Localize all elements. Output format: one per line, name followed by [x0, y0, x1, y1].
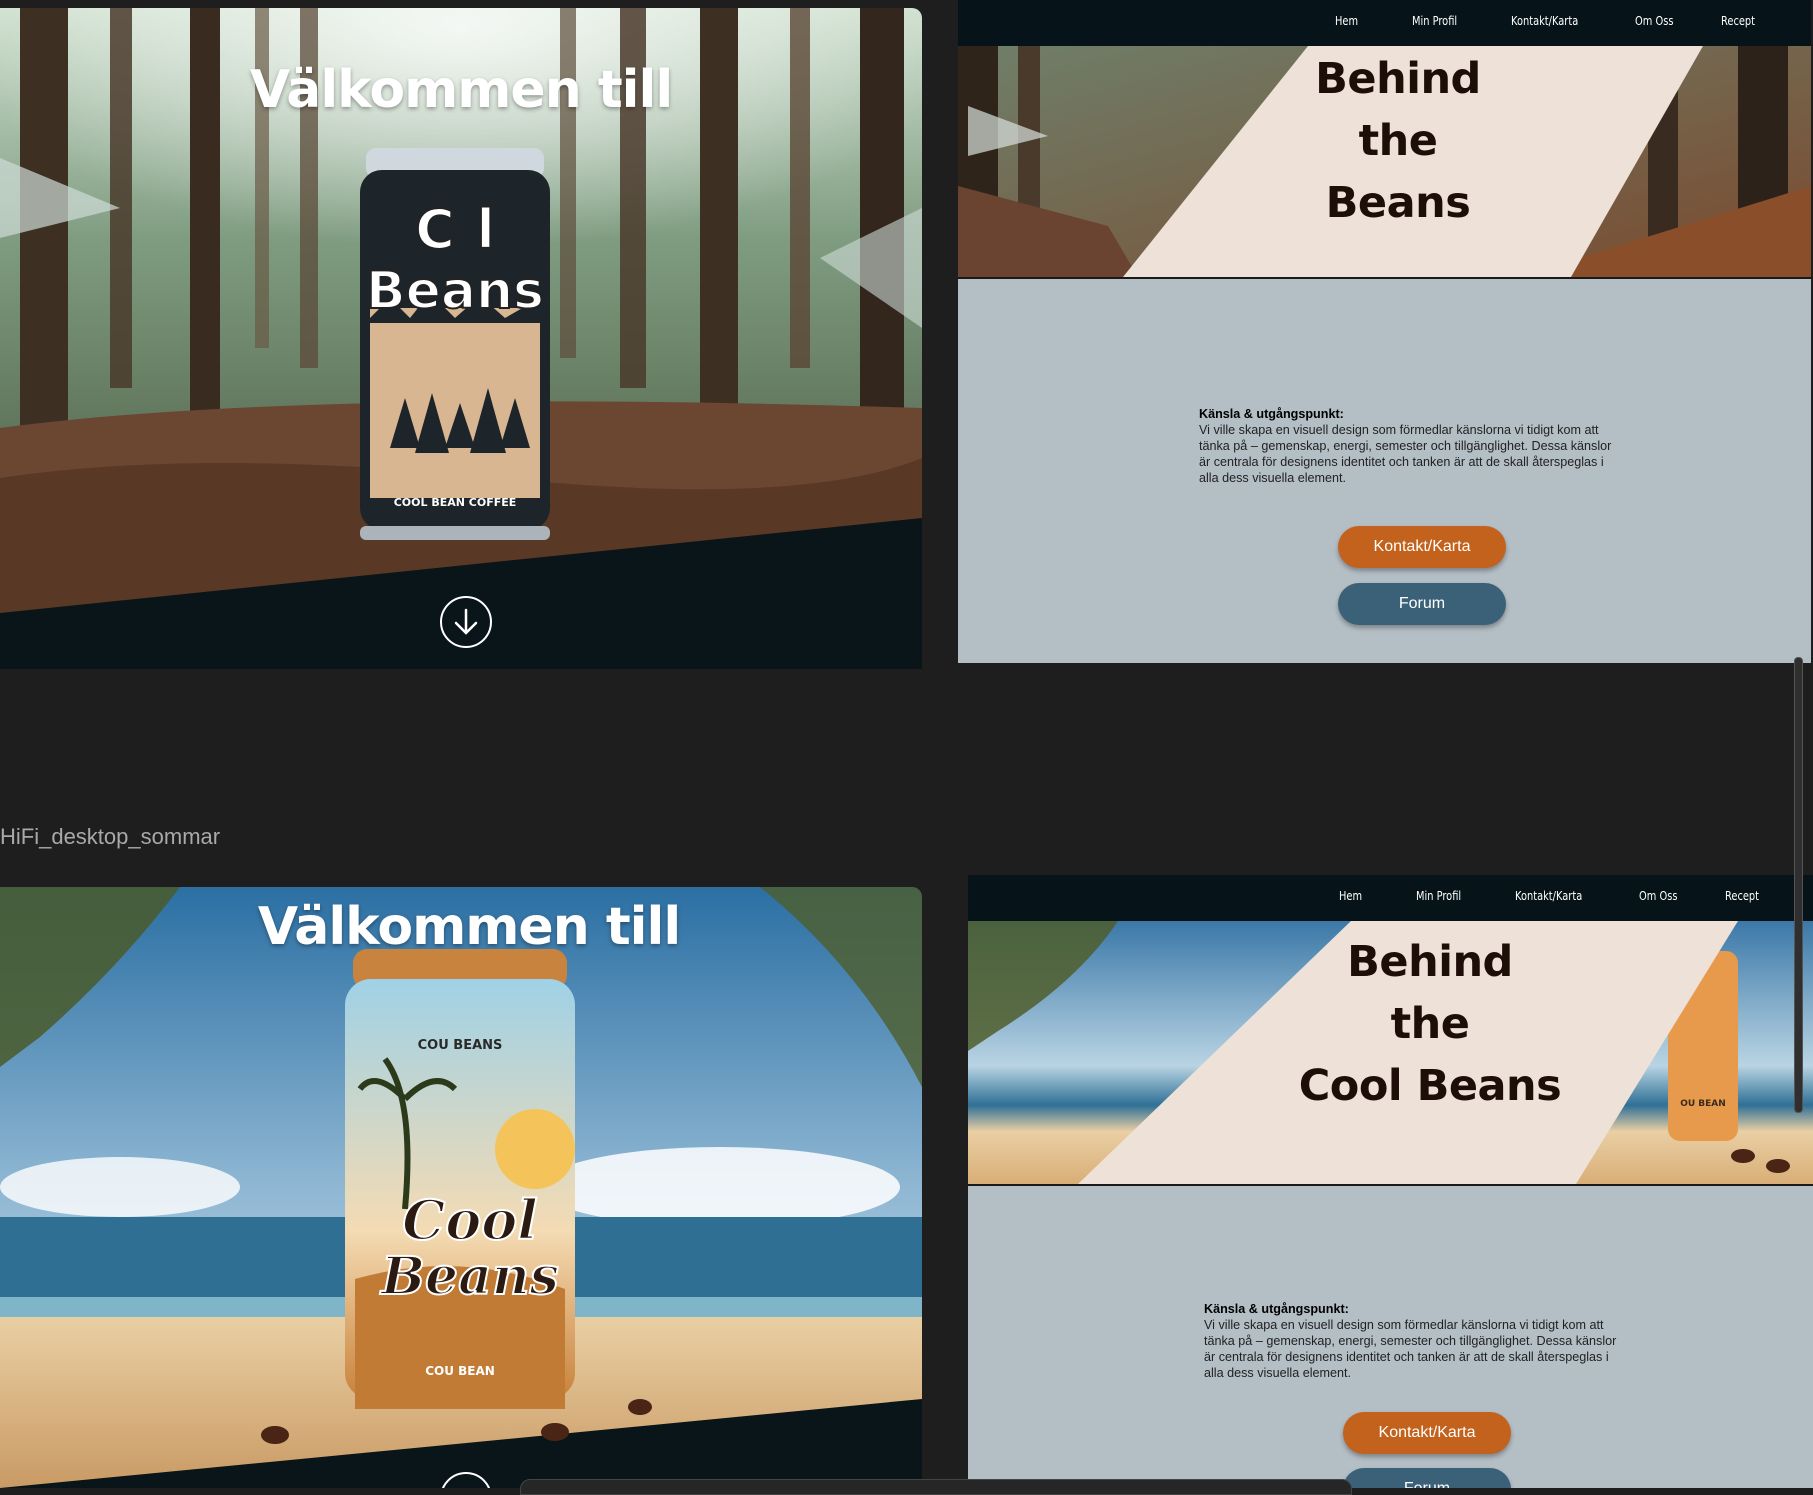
intro-body-line: alla dess visuella element.: [1199, 471, 1347, 485]
winter-coffee-can-image: C l Beans COOL BEAN COFFEE: [360, 148, 550, 540]
intro-heading: Känsla & utgångspunkt:: [1199, 407, 1344, 421]
hero-frame-winter: Välkommen till C l Beans COOL BEAN COFFE…: [0, 8, 922, 669]
scroll-down-button[interactable]: [440, 596, 492, 648]
can-subtitle: COOL BEAN COFFEE: [394, 496, 517, 509]
forum-button[interactable]: Forum: [1338, 583, 1506, 625]
can-bottom-text: COU BEAN: [425, 1364, 495, 1378]
intro-text: Känsla & utgångspunkt: Vi ville skapa en…: [1204, 1301, 1649, 1381]
banner-line-3: Cool Beans: [1298, 1061, 1562, 1111]
top-nav: Hem Min Profil Kontakt/Karta Om Oss Rece…: [958, 0, 1811, 46]
banner-title: Behind the Cool Beans: [1240, 931, 1620, 1117]
kontakt-karta-button[interactable]: Kontakt/Karta: [1338, 526, 1506, 568]
intro-body-line: tänka på – gemenskap, energi, semester o…: [1204, 1334, 1617, 1348]
can-top-text: COU BEANS: [418, 1038, 503, 1053]
banner-line-2: the: [1358, 116, 1438, 166]
vertical-scrollbar[interactable]: [1794, 657, 1803, 1113]
intro-body-line: är centrala för designens identitet och …: [1199, 455, 1604, 469]
hero-frame-summer: Välkommen till COU BEANS Cool Beans COU …: [0, 887, 922, 1488]
top-nav: Hem Min Profil Kontakt/Karta Om Oss Rece…: [968, 875, 1813, 921]
banner-line-3: Beans: [1325, 178, 1471, 228]
intro-heading: Känsla & utgångspunkt:: [1204, 1302, 1349, 1316]
nav-item-min-profil[interactable]: Min Profil: [1412, 14, 1457, 28]
frame-label: HiFi_desktop_sommar: [0, 824, 221, 849]
nav-item-hem[interactable]: Hem: [1339, 889, 1362, 903]
summer-coffee-can-image: COU BEANS Cool Beans COU BEAN: [345, 949, 575, 1409]
intro-body-line: är centrala för designens identitet och …: [1204, 1350, 1609, 1364]
about-banner: OU BEAN Behind the Cool Beans: [968, 921, 1813, 1186]
can-brand-line2: Beans: [366, 261, 544, 321]
nav-item-om-oss[interactable]: Om Oss: [1635, 14, 1673, 28]
nav-item-recept[interactable]: Recept: [1725, 889, 1759, 903]
banner-can-label: OU BEAN: [1680, 1099, 1726, 1109]
can-brand-line1: C l: [415, 198, 495, 261]
can-brand-line1: Cool: [402, 1188, 538, 1252]
forum-button[interactable]: Forum: [1343, 1468, 1511, 1488]
about-banner: Behind the Beans: [958, 46, 1811, 279]
arrow-down-icon: [454, 608, 478, 635]
nav-item-om-oss[interactable]: Om Oss: [1639, 889, 1677, 903]
hero-title: Välkommen till: [249, 60, 673, 120]
bottom-toolbar: [520, 1479, 1352, 1495]
nav-item-kontakt-karta[interactable]: Kontakt/Karta: [1511, 14, 1578, 28]
nav-item-recept[interactable]: Recept: [1721, 14, 1755, 28]
hero-title: Välkommen till: [257, 897, 681, 957]
intro-body-line: tänka på – gemenskap, energi, semester o…: [1199, 439, 1612, 453]
nav-item-hem[interactable]: Hem: [1335, 14, 1358, 28]
about-frame-summer: Hem Min Profil Kontakt/Karta Om Oss Rece…: [968, 875, 1813, 1488]
nav-item-min-profil[interactable]: Min Profil: [1416, 889, 1461, 903]
intro-body-line: Vi ville skapa en visuell design som för…: [1204, 1318, 1604, 1332]
banner-line-2: the: [1390, 999, 1470, 1049]
banner-line-1: Behind: [1347, 937, 1513, 987]
nav-item-kontakt-karta[interactable]: Kontakt/Karta: [1515, 889, 1582, 903]
can-brand-line2: Beans: [379, 1246, 559, 1307]
intro-body-line: Vi ville skapa en visuell design som för…: [1199, 423, 1599, 437]
banner-title: Behind the Beans: [1208, 48, 1588, 234]
banner-line-1: Behind: [1315, 54, 1481, 104]
intro-body-line: alla dess visuella element.: [1204, 1366, 1352, 1380]
kontakt-karta-button[interactable]: Kontakt/Karta: [1343, 1412, 1511, 1454]
intro-text: Känsla & utgångspunkt: Vi ville skapa en…: [1199, 406, 1644, 486]
about-frame-winter: Hem Min Profil Kontakt/Karta Om Oss Rece…: [958, 0, 1811, 663]
